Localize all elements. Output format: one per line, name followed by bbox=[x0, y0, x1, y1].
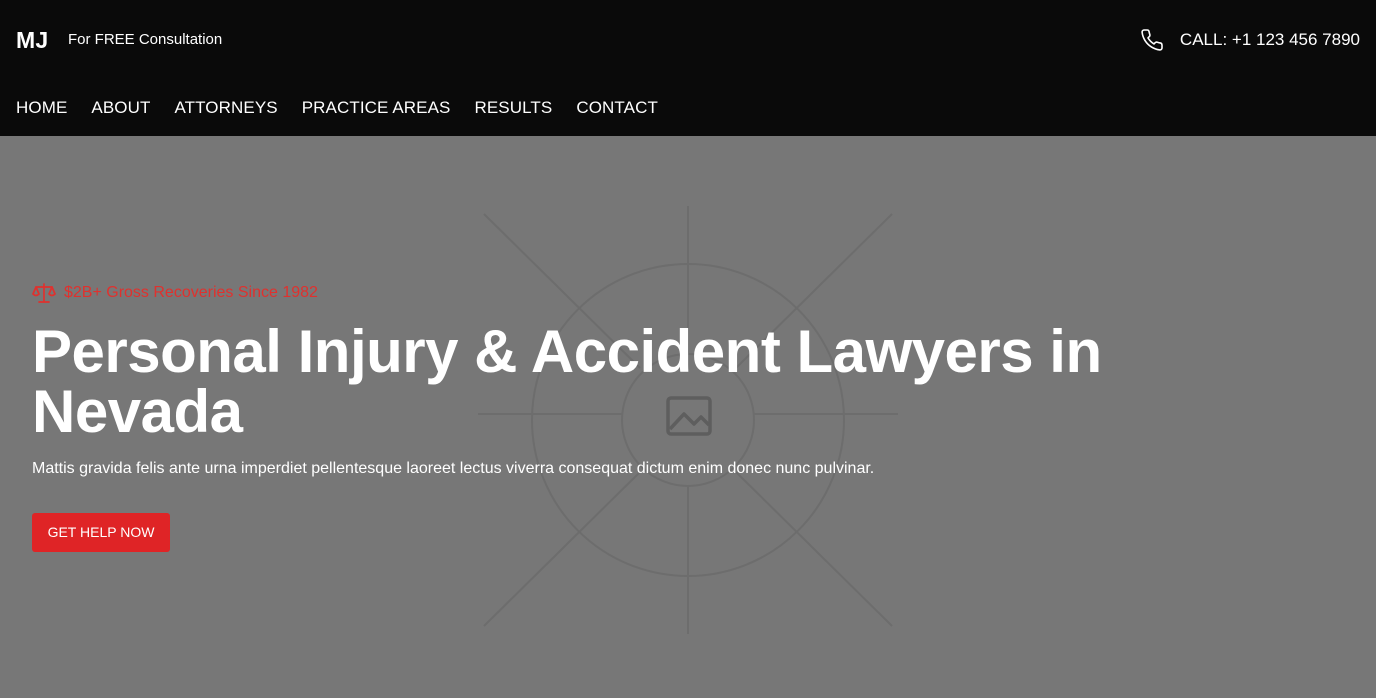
nav-home[interactable]: HOME bbox=[16, 98, 67, 118]
nav-contact[interactable]: CONTACT bbox=[576, 98, 658, 118]
consultation-tagline: For FREE Consultation bbox=[68, 31, 223, 48]
hero-section: $2B+ Gross Recoveries Since 1982 Persona… bbox=[0, 136, 1376, 698]
nav-attorneys[interactable]: ATTORNEYS bbox=[174, 98, 277, 118]
recoveries-badge: $2B+ Gross Recoveries Since 1982 bbox=[32, 282, 318, 304]
main-nav: HOME ABOUT ATTORNEYS PRACTICE AREAS RESU… bbox=[16, 98, 658, 118]
nav-results[interactable]: RESULTS bbox=[474, 98, 552, 118]
site-header: MJ For FREE Consultation CALL: +1 123 45… bbox=[0, 0, 1376, 136]
hero-subtitle: Mattis gravida felis ante urna imperdiet… bbox=[32, 460, 875, 477]
phone-link[interactable]: CALL: +1 123 456 7890 bbox=[1140, 27, 1360, 53]
nav-practice-areas[interactable]: PRACTICE AREAS bbox=[302, 98, 451, 118]
badge-text: $2B+ Gross Recoveries Since 1982 bbox=[64, 284, 318, 301]
get-help-now-button[interactable]: GET HELP NOW bbox=[32, 513, 170, 552]
phone-icon bbox=[1140, 28, 1164, 52]
logo[interactable]: MJ bbox=[16, 26, 48, 54]
phone-label: CALL: +1 123 456 7890 bbox=[1179, 30, 1360, 49]
scale-icon bbox=[32, 282, 56, 304]
nav-about[interactable]: ABOUT bbox=[91, 98, 150, 118]
hero-title: Personal Injury & Accident Lawyers in Ne… bbox=[32, 318, 1102, 445]
